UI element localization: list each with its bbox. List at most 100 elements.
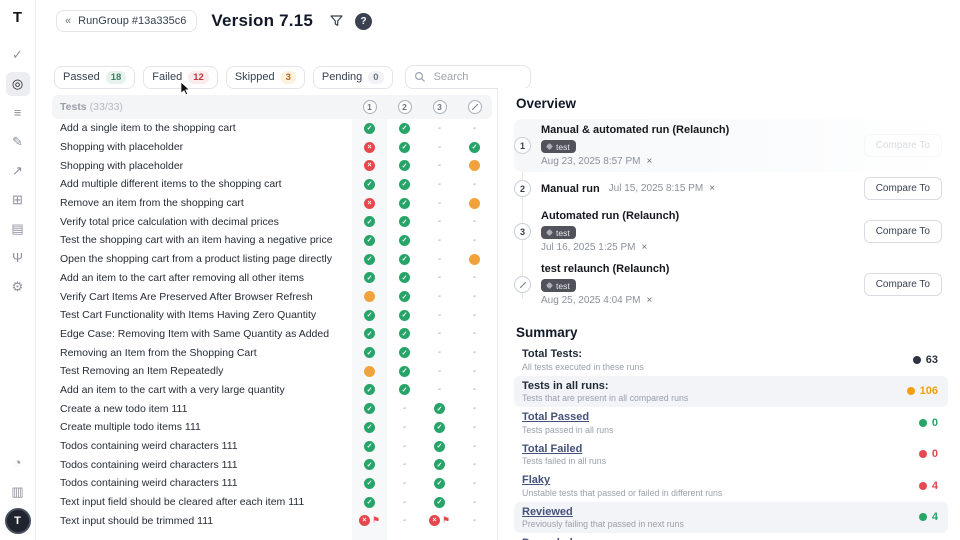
docs-icon[interactable]: ▤	[6, 217, 30, 241]
summary-row[interactable]: DegradedPreviously passed that failed in…	[514, 533, 948, 540]
app-logo[interactable]: T	[7, 6, 29, 28]
book-icon[interactable]: ▥	[6, 480, 30, 504]
status-pass-icon: ✓	[399, 328, 410, 339]
run-item[interactable]: 3Automated run (Relaunch)testJul 16, 202…	[514, 205, 948, 258]
filter-chip-pending[interactable]: Pending0	[313, 66, 393, 89]
test-row[interactable]: Verify total price calculation with deci…	[52, 212, 492, 231]
summary-label[interactable]: Total Failed	[522, 443, 606, 455]
status-pass-icon: ✓	[364, 272, 375, 283]
tests-count: (33/33)	[90, 101, 123, 113]
test-row[interactable]: Removing an Item from the Shopping Cart✓…	[52, 343, 492, 362]
summary-row[interactable]: Total FailedTests failed in all runs0	[514, 439, 948, 471]
status-cell: -	[387, 459, 422, 470]
test-row[interactable]: Add an item to the cart after removing a…	[52, 269, 492, 288]
test-row[interactable]: Text input field should be cleared after…	[52, 493, 492, 512]
test-row[interactable]: Create multiple todo items 111✓-✓-	[52, 418, 492, 437]
summary-desc: Tests that are present in all compared r…	[522, 393, 688, 403]
status-cell: ✓	[352, 216, 387, 227]
edit-icon[interactable]: ✎	[6, 130, 30, 154]
test-row[interactable]: Open the shopping cart from a product li…	[52, 250, 492, 269]
test-row[interactable]: Add multiple different items to the shop…	[52, 175, 492, 194]
close-icon[interactable]: ×	[642, 243, 648, 253]
clock-icon[interactable]: ◔	[6, 451, 30, 475]
close-icon[interactable]: ×	[647, 296, 653, 306]
close-icon[interactable]: ×	[647, 157, 653, 167]
summary-value-dot	[913, 356, 921, 364]
runs-icon[interactable]: ◎	[6, 72, 30, 96]
status-cell: -	[457, 441, 492, 452]
status-pass-icon: ✓	[364, 497, 375, 508]
status-cell: ✓	[422, 403, 457, 414]
test-row[interactable]: Test Removing an Item Repeatedly✓--	[52, 362, 492, 381]
search-input[interactable]	[432, 70, 516, 84]
status-cell: ✓	[387, 384, 422, 395]
rungroup-back-button[interactable]: « RunGroup #13a335c6	[56, 10, 197, 32]
test-row[interactable]: Verify Cart Items Are Preserved After Br…	[52, 287, 492, 306]
run-item[interactable]: 1Manual & automated run (Relaunch)testAu…	[514, 119, 948, 172]
summary-label[interactable]: Reviewed	[522, 506, 684, 518]
no-run-dash: -	[438, 310, 441, 321]
test-row[interactable]: Edge Case: Removing Item with Same Quant…	[52, 325, 492, 344]
test-name: Add an item to the cart with a very larg…	[52, 384, 352, 396]
list-icon[interactable]: ≡	[6, 101, 30, 125]
summary-label[interactable]: Flaky	[522, 474, 722, 486]
test-row[interactable]: Shopping with placeholder×✓-	[52, 156, 492, 175]
search-icon	[414, 71, 426, 83]
status-pass-icon: ✓	[364, 310, 375, 321]
compare-to-button[interactable]: Compare To	[864, 220, 942, 243]
status-cell: -	[422, 179, 457, 190]
test-row[interactable]: Add a single item to the shopping cart✓✓…	[52, 119, 492, 138]
test-row[interactable]: Test the shopping cart with an item havi…	[52, 231, 492, 250]
test-row[interactable]: Todos containing weird characters 111✓-✓…	[52, 437, 492, 456]
test-row[interactable]: Remove an item from the shopping cart×✓-	[52, 194, 492, 213]
compare-to-button[interactable]: Compare To	[864, 177, 942, 200]
summary-label[interactable]: Total Passed	[522, 411, 613, 423]
test-row[interactable]: Add an item to the cart with a very larg…	[52, 381, 492, 400]
close-icon[interactable]: ×	[709, 184, 715, 194]
status-pass-icon: ✓	[399, 160, 410, 171]
filter-button[interactable]	[325, 10, 347, 32]
branch-icon[interactable]: Ψ	[6, 246, 30, 270]
help-button[interactable]: ?	[355, 13, 372, 30]
status-cell: -	[387, 497, 422, 508]
summary-row[interactable]: ReviewedPreviously failing that passed i…	[514, 502, 948, 534]
no-run-dash: -	[473, 291, 476, 302]
status-cell: -	[457, 366, 492, 377]
status-pass-icon: ✓	[399, 272, 410, 283]
collapse-panel-icon[interactable]: ▸	[497, 100, 498, 109]
test-row[interactable]: Test Cart Functionality with Items Havin…	[52, 306, 492, 325]
filter-chip-passed[interactable]: Passed18	[54, 66, 135, 89]
check-icon[interactable]: ✓	[6, 43, 30, 67]
summary-value: 63	[913, 354, 938, 366]
summary-row[interactable]: FlakyUnstable tests that passed or faile…	[514, 470, 948, 502]
status-cell: ✓	[352, 478, 387, 489]
no-run-dash: -	[473, 459, 476, 470]
test-row[interactable]: Todos containing weird characters 111✓-✓…	[52, 455, 492, 474]
test-row[interactable]: Todos containing weird characters 111✓-✓…	[52, 474, 492, 493]
test-row[interactable]: Text input should be trimmed 111×⚑-×⚑-	[52, 511, 492, 530]
test-row[interactable]: Shopping with placeholder×✓-✓	[52, 138, 492, 157]
summary-value-dot	[907, 387, 915, 395]
no-run-dash: -	[438, 198, 441, 209]
export-icon[interactable]: ⊞	[6, 188, 30, 212]
run-item[interactable]: 2Manual runJul 15, 2025 8:15 PM×Compare …	[514, 172, 948, 205]
run-date: Aug 25, 2025 4:04 PM×	[541, 295, 854, 306]
compare-to-button[interactable]: Compare To	[864, 273, 942, 296]
test-name: Test the shopping cart with an item havi…	[52, 234, 352, 246]
user-avatar[interactable]: T	[5, 508, 31, 534]
tests-header-label: Tests(33/33)	[52, 101, 352, 113]
status-skip-icon	[469, 198, 480, 209]
status-fail-icon: ×	[429, 515, 440, 526]
analytics-icon[interactable]: ↗	[6, 159, 30, 183]
test-name: Open the shopping cart from a product li…	[52, 253, 352, 265]
run-item[interactable]: test relaunch (Relaunch)testAug 25, 2025…	[514, 258, 948, 311]
filter-count-badge: 3	[281, 71, 296, 84]
status-cell: -	[457, 179, 492, 190]
filter-chip-skipped[interactable]: Skipped3	[226, 66, 305, 89]
summary-row[interactable]: Total PassedTests passed in all runs0	[514, 407, 948, 439]
test-row[interactable]: Create a new todo item 111✓-✓-	[52, 399, 492, 418]
search-box[interactable]	[405, 65, 531, 89]
settings-icon[interactable]: ⚙	[6, 275, 30, 299]
summary-value-dot	[919, 513, 927, 521]
filter-chip-failed[interactable]: Failed12	[143, 66, 218, 89]
